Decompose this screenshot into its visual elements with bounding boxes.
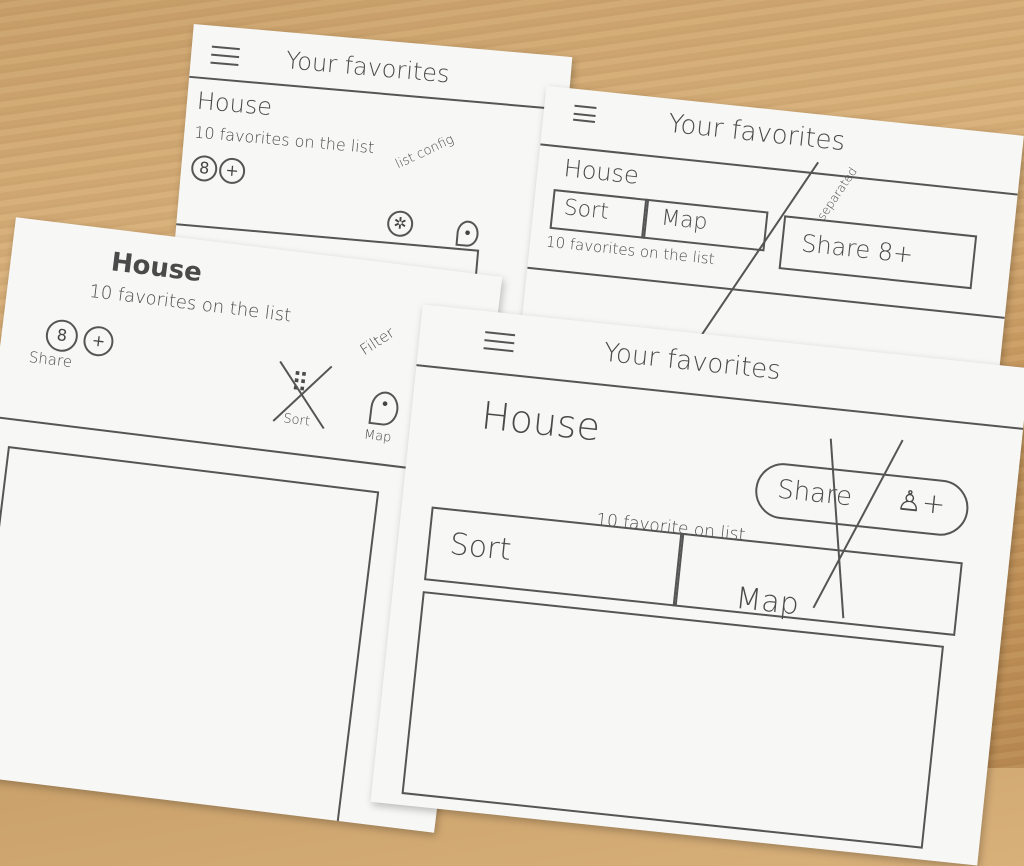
map-label: Map: [659, 205, 709, 236]
map-label: Map: [733, 580, 801, 623]
share-icon: 8: [190, 154, 219, 183]
menu-icon: [483, 331, 516, 353]
sort-button: Sort: [549, 189, 650, 239]
share-icon: 8: [44, 317, 80, 354]
sort-label: Sort: [562, 195, 610, 225]
map-button: Map: [672, 532, 963, 636]
favorites-count: 10 favorites on the list: [193, 122, 376, 158]
map-pin-icon: •: [368, 389, 401, 428]
list-name: House: [479, 393, 603, 450]
list-name: House: [195, 86, 274, 122]
map-pin-icon: •: [455, 219, 480, 248]
sort-label: Sort: [282, 411, 311, 430]
sketch-card-4: Your favorites House Share ♙+ 10 favorite…: [370, 304, 1024, 866]
add-user-icon: ♙+: [895, 483, 948, 522]
card-title: Your favorites: [284, 46, 451, 89]
content-box: [401, 591, 944, 849]
card-title: Your favorites: [602, 337, 783, 387]
annotation: Filter: [356, 323, 398, 359]
sort-label: Sort: [448, 526, 513, 568]
content-box: [0, 445, 380, 833]
share-button: Share ♙+: [752, 460, 972, 539]
map-label: Map: [363, 427, 393, 446]
add-icon: +: [218, 156, 247, 185]
share-label: Share 8+: [799, 229, 915, 269]
share-button: Share 8+: [778, 215, 978, 290]
list-name: House: [562, 154, 641, 190]
card-title: Your favorites: [666, 108, 847, 158]
annotation: list config: [393, 132, 457, 173]
menu-icon: [572, 104, 597, 123]
menu-icon: [210, 45, 240, 67]
list-name: House: [109, 247, 204, 289]
share-label: Share: [775, 474, 854, 513]
add-icon: +: [81, 324, 116, 358]
favorites-count: 10 favorites on the list: [88, 280, 293, 327]
gear-icon: ✲: [386, 209, 415, 238]
share-label: Share: [27, 347, 74, 372]
